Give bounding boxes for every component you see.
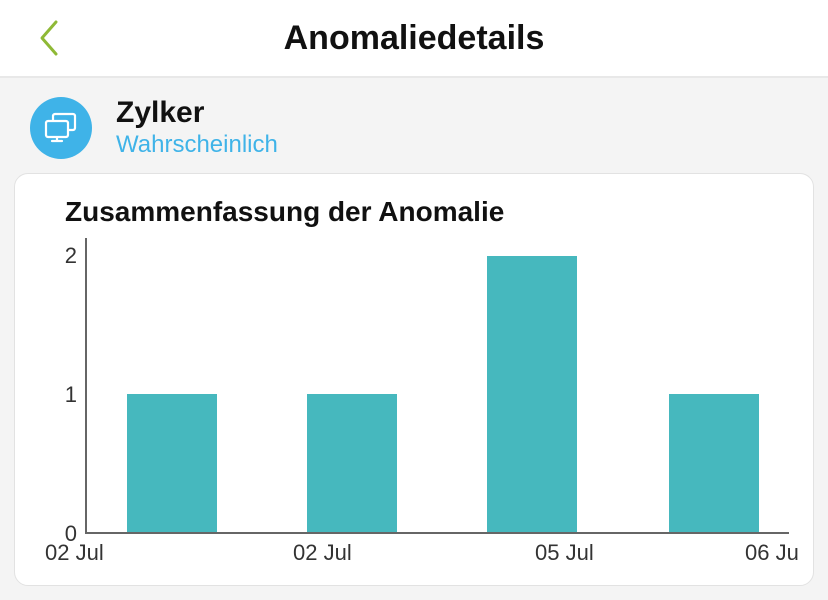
chart-bar (487, 256, 577, 532)
anomaly-summary-card: Zusammenfassung der Anomalie 2 1 0 02 Ju… (14, 173, 814, 586)
x-tick-label: 02 Jul (45, 540, 104, 566)
back-button[interactable] (28, 18, 68, 58)
card-title: Zusammenfassung der Anomalie (65, 196, 789, 228)
x-tick-label: 05 Jul (535, 540, 594, 566)
entity-name: Zylker (116, 96, 278, 129)
entity-likelihood: Wahrscheinlich (116, 131, 278, 159)
header-bar: Anomaliedetails (0, 0, 828, 78)
x-tick-label: 02 Jul (293, 540, 352, 566)
chart-plot-area (87, 238, 789, 532)
chevron-left-icon (36, 18, 60, 58)
y-tick-label: 2 (65, 243, 77, 269)
x-axis-line (85, 532, 789, 534)
entity-summary-row: Zylker Wahrscheinlich (0, 78, 828, 173)
entity-icon-badge (30, 97, 92, 159)
chart-bar (127, 394, 217, 532)
anomaly-bar-chart: 2 1 0 02 Jul 02 Jul 05 Jul 06 Ju (45, 238, 789, 568)
y-tick-label: 1 (65, 382, 77, 408)
chart-bar (669, 394, 759, 532)
chart-bar (307, 394, 397, 532)
entity-text-block: Zylker Wahrscheinlich (116, 96, 278, 159)
x-tick-label: 06 Ju (745, 540, 799, 566)
anomaly-detail-screen: Anomaliedetails Zylker Wahrscheinlich Zu… (0, 0, 828, 600)
chart-y-axis: 2 1 0 (45, 238, 85, 534)
monitors-icon (43, 112, 79, 144)
chart-x-axis: 02 Jul 02 Jul 05 Jul 06 Ju (45, 536, 789, 568)
page-title: Anomaliedetails (0, 19, 828, 58)
